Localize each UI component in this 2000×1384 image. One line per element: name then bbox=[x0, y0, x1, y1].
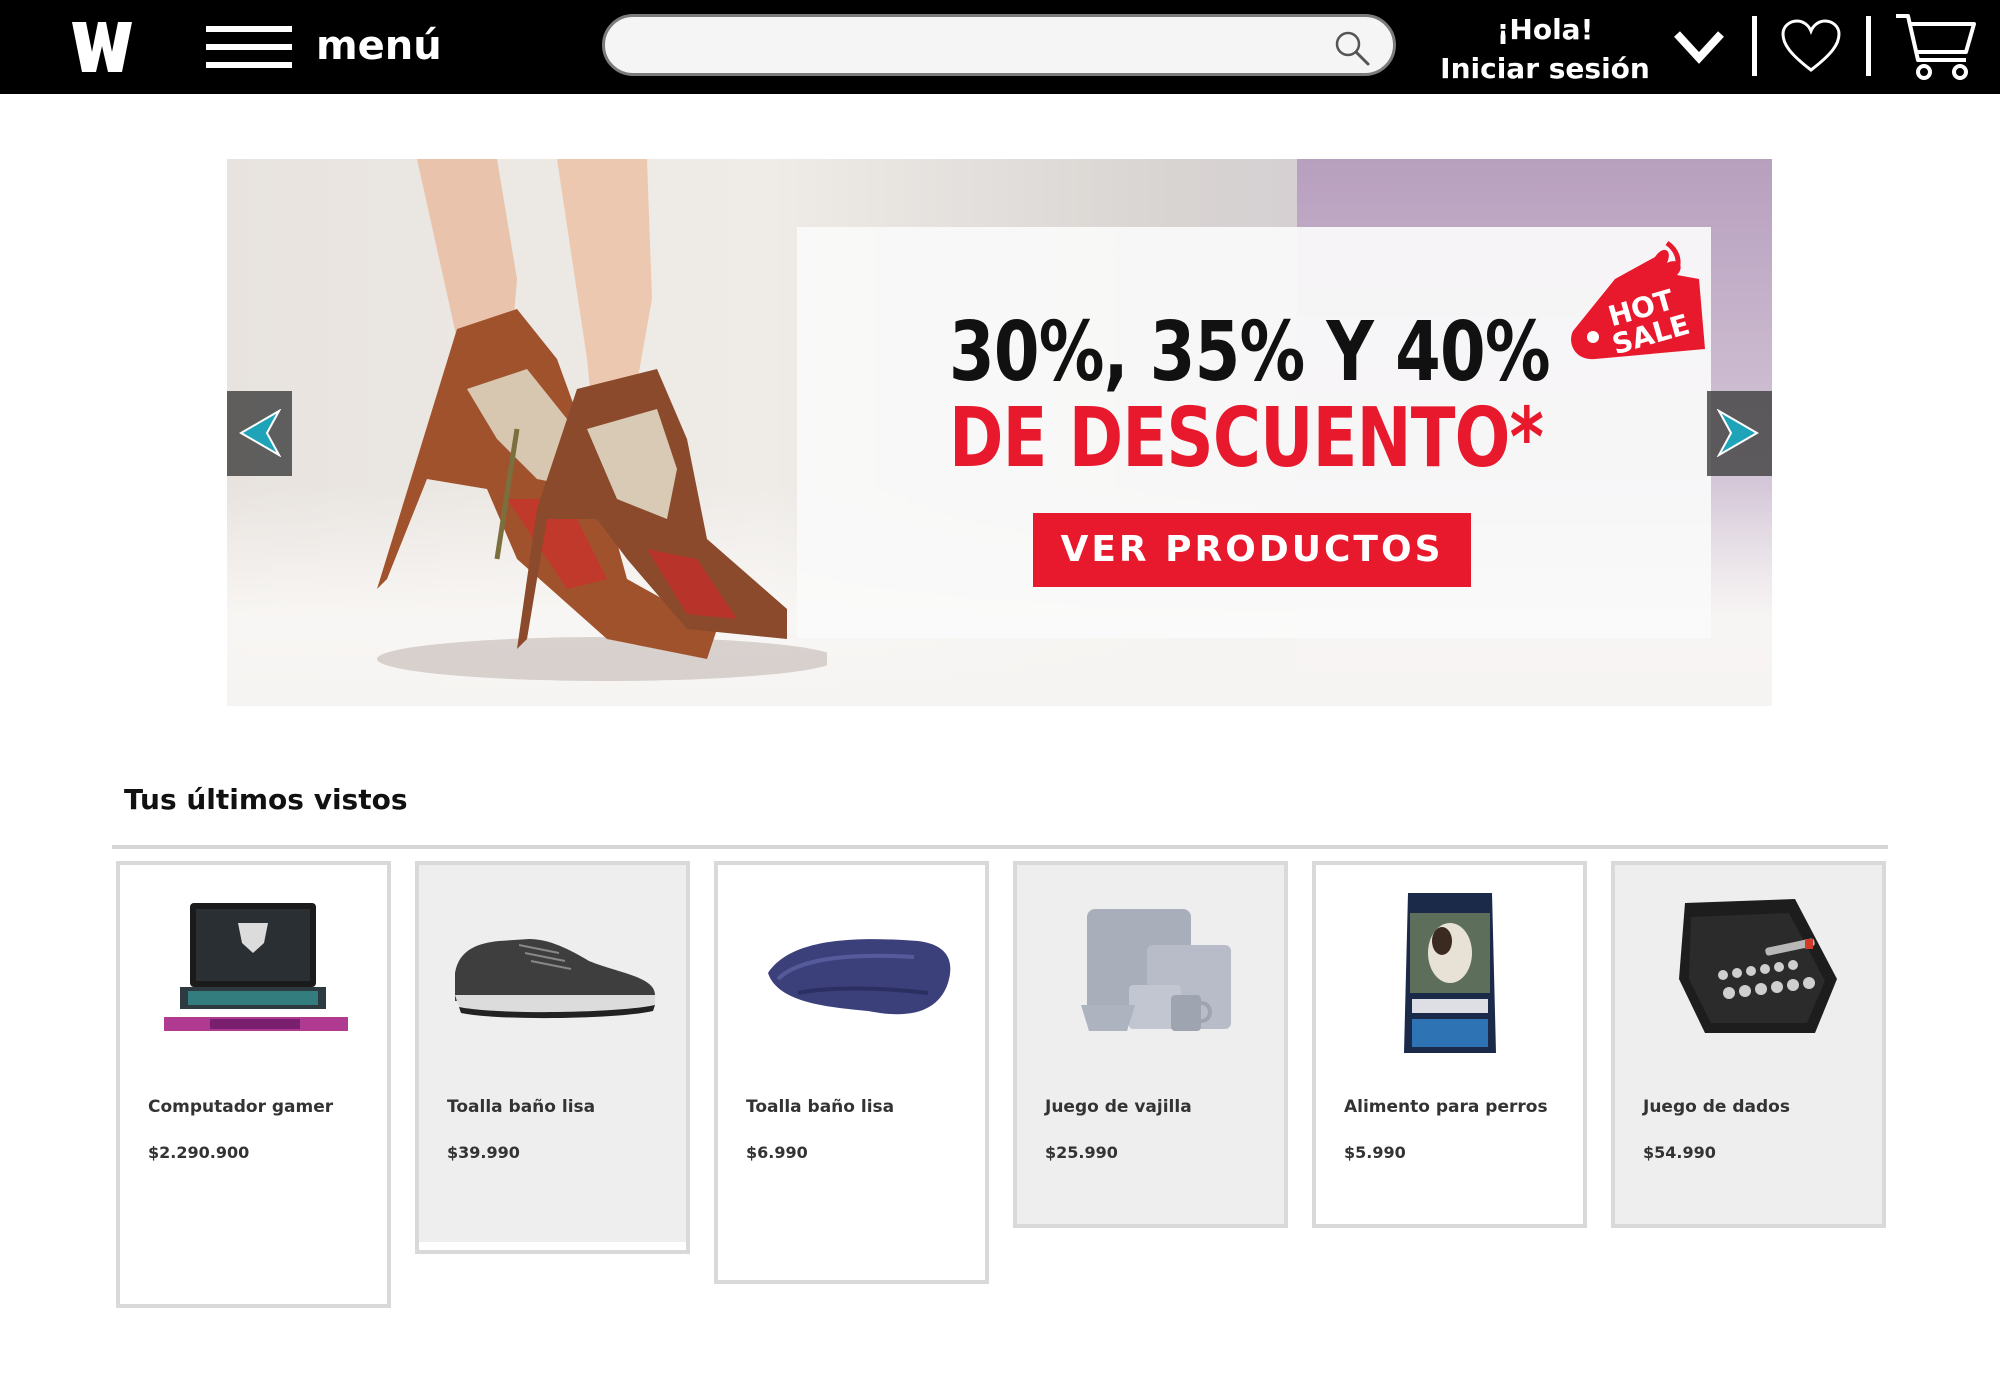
dinnerware-icon bbox=[1081, 909, 1231, 1031]
product-price: $5.990 bbox=[1344, 1143, 1406, 1162]
product-price: $39.990 bbox=[447, 1143, 520, 1162]
view-products-button[interactable]: VER PRODUCTOS bbox=[1033, 513, 1471, 587]
chevron-down-icon[interactable] bbox=[1672, 26, 1726, 68]
brand-logo[interactable] bbox=[70, 18, 134, 76]
product-name: Alimento para perros bbox=[1344, 1097, 1548, 1117]
high-heel-shoes-image bbox=[377, 159, 827, 681]
greeting-text: ¡Hola! bbox=[1496, 13, 1594, 46]
product-price: $25.990 bbox=[1045, 1143, 1118, 1162]
promo-subheadline: DE DESCUENTO* bbox=[949, 391, 1544, 486]
heart-icon[interactable] bbox=[1780, 18, 1842, 74]
product-name: Juego de dados bbox=[1643, 1097, 1790, 1117]
product-card[interactable]: Alimento para perros $5.990 bbox=[1312, 861, 1587, 1228]
product-price: $2.290.900 bbox=[148, 1143, 250, 1162]
towel-icon bbox=[768, 939, 951, 1015]
product-card[interactable]: Toalla baño lisa $6.990 bbox=[714, 861, 989, 1284]
search-input[interactable] bbox=[631, 27, 1295, 65]
sneaker-icon bbox=[455, 939, 655, 1019]
promo-headline: 30%, 35% Y 40% bbox=[949, 305, 1551, 400]
arrow-right-icon bbox=[1716, 409, 1759, 457]
product-name: Toalla baño lisa bbox=[746, 1097, 895, 1117]
cart-icon[interactable] bbox=[1894, 12, 1978, 82]
login-link[interactable]: ¡Hola! Iniciar sesión bbox=[1420, 10, 1670, 88]
product-card[interactable]: Juego de vajilla $25.990 bbox=[1013, 861, 1288, 1228]
banner-prev-button[interactable] bbox=[227, 391, 292, 476]
product-name: Juego de vajilla bbox=[1045, 1097, 1192, 1117]
product-name: Toalla baño lisa bbox=[447, 1097, 596, 1117]
search-bar bbox=[602, 14, 1396, 76]
menu-label: menú bbox=[316, 23, 442, 69]
socket-set-icon bbox=[1679, 899, 1837, 1033]
section-divider bbox=[112, 845, 1888, 849]
promo-banner[interactable]: 30%, 35% Y 40% DE DESCUENTO* VER PRODUCT… bbox=[227, 159, 1772, 706]
menu-button[interactable]: menú bbox=[206, 22, 446, 72]
hamburger-icon bbox=[206, 26, 292, 68]
product-price: $54.990 bbox=[1643, 1143, 1716, 1162]
recently-viewed-title: Tus últimos vistos bbox=[124, 783, 408, 816]
divider bbox=[1866, 16, 1871, 76]
search-icon[interactable] bbox=[1333, 29, 1371, 67]
divider bbox=[1752, 16, 1757, 76]
login-text: Iniciar sesión bbox=[1440, 52, 1650, 85]
hot-sale-tag: HOT SALE bbox=[1571, 240, 1705, 361]
top-navbar: menú ¡Hola! Iniciar sesión bbox=[0, 0, 2000, 94]
product-name: Computador gamer bbox=[148, 1097, 334, 1117]
product-price: $6.990 bbox=[746, 1143, 808, 1162]
product-card[interactable]: Computador gamer $2.290.900 bbox=[116, 861, 391, 1308]
banner-next-button[interactable] bbox=[1707, 391, 1772, 476]
product-card[interactable]: Juego de dados $54.990 bbox=[1611, 861, 1886, 1228]
arrow-left-icon bbox=[239, 409, 282, 457]
dog-food-bag-icon bbox=[1404, 893, 1496, 1053]
product-card[interactable]: Toalla baño lisa $39.990 bbox=[415, 861, 690, 1254]
laptop-icon bbox=[164, 903, 348, 1031]
